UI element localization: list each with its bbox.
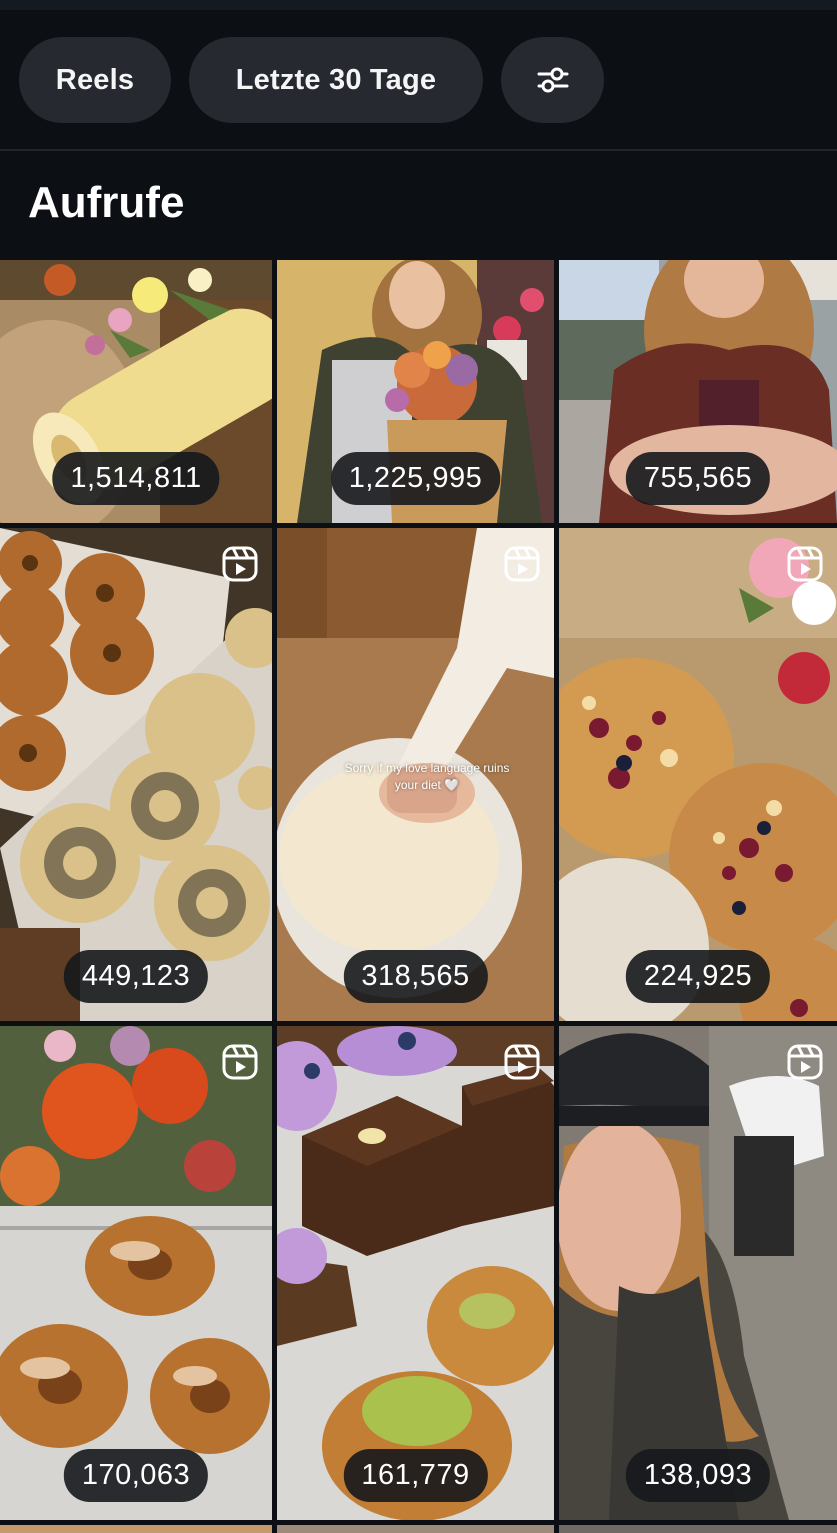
reel-tile[interactable] <box>0 1525 272 1533</box>
reels-grid: 1,514,811 1,225,995 755,565 449,123 Sorr… <box>0 260 837 1533</box>
sliders-icon <box>537 67 568 93</box>
reel-tile[interactable] <box>559 1525 837 1533</box>
divider <box>0 149 837 151</box>
filter-chip-date-range-label: Letzte 30 Tage <box>235 63 437 96</box>
reel-tile[interactable]: 1,514,811 <box>0 260 272 523</box>
filter-chip-reels-label: Reels <box>55 63 135 96</box>
filter-bar: Reels Letzte 30 Tage <box>0 10 837 149</box>
view-count-badge: 170,063 <box>63 1449 209 1502</box>
view-count-badge: 318,565 <box>343 950 488 1003</box>
video-caption: Sorry if my love language ruins your die… <box>344 761 510 792</box>
thumbnail-image <box>277 1026 554 1520</box>
reel-icon <box>222 1044 258 1080</box>
status-strip <box>0 0 837 10</box>
reel-tile[interactable]: 755,565 <box>559 260 837 523</box>
reel-icon <box>787 546 823 582</box>
reel-tile[interactable]: 161,779 <box>277 1026 554 1520</box>
reel-tile[interactable]: 170,063 <box>0 1026 272 1520</box>
reel-icon <box>787 1044 823 1080</box>
view-count-badge: 755,565 <box>625 452 771 505</box>
reel-icon <box>222 546 258 582</box>
reel-tile[interactable]: 1,225,995 <box>277 260 554 523</box>
reel-icon <box>504 1044 540 1080</box>
reel-tile[interactable]: 138,093 <box>559 1026 837 1520</box>
reel-tile[interactable]: 449,123 <box>0 528 272 1021</box>
filter-chip-reels[interactable]: Reels <box>19 37 171 123</box>
view-count-badge: 1,225,995 <box>330 452 501 505</box>
view-count-badge: 138,093 <box>625 1449 771 1502</box>
view-count-badge: 224,925 <box>625 950 771 1003</box>
thumbnail-image <box>0 1026 272 1520</box>
reel-icon <box>504 546 540 582</box>
filter-chip-date-range[interactable]: Letzte 30 Tage <box>189 37 483 123</box>
reel-tile[interactable] <box>277 1525 554 1533</box>
view-count-badge: 161,779 <box>343 1449 488 1502</box>
view-count-badge: 1,514,811 <box>52 452 220 505</box>
reel-tile[interactable]: Sorry if my love language ruins your die… <box>277 528 554 1021</box>
view-count-badge: 449,123 <box>63 950 209 1003</box>
section-title: Aufrufe <box>28 178 185 227</box>
filter-settings-button[interactable] <box>501 37 604 123</box>
thumbnail-image <box>559 528 837 1021</box>
reel-tile[interactable]: 224,925 <box>559 528 837 1021</box>
thumbnail-image <box>0 528 272 1021</box>
thumbnail-image <box>559 1026 837 1520</box>
